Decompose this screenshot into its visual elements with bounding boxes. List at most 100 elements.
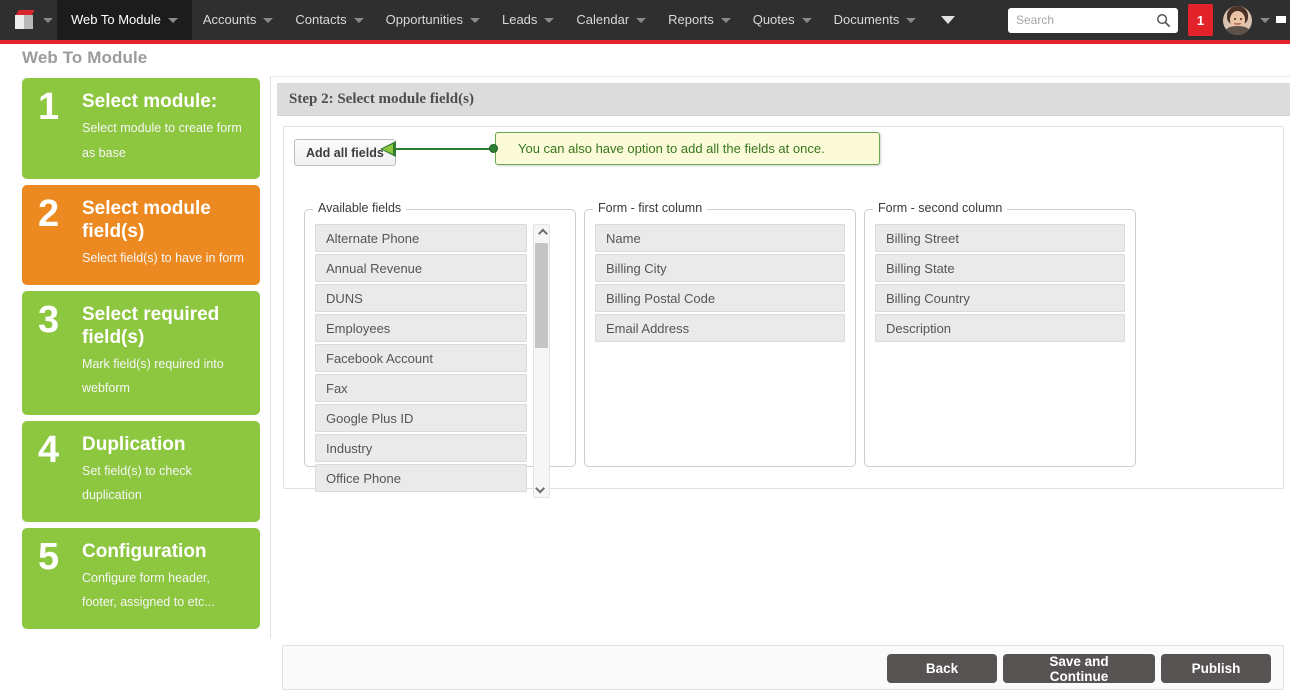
chevron-down-icon[interactable] xyxy=(43,18,53,23)
avatar[interactable] xyxy=(1223,6,1252,35)
available-fields-scrollbar[interactable] xyxy=(533,224,550,498)
list-item[interactable]: Billing Street xyxy=(875,224,1125,252)
step-number: 2 xyxy=(38,195,59,233)
available-fields-list[interactable]: Alternate Phone Annual Revenue DUNS Empl… xyxy=(315,224,527,498)
list-item[interactable]: Office Phone xyxy=(315,464,527,492)
step-header-title: Step 2: Select module field(s) xyxy=(289,91,474,108)
step-number: 1 xyxy=(38,88,59,126)
chevron-down-icon[interactable] xyxy=(802,18,812,23)
scroll-up-button[interactable] xyxy=(534,226,549,241)
list-item[interactable]: Email Address xyxy=(595,314,845,342)
logo-area[interactable] xyxy=(0,0,57,40)
search-box[interactable] xyxy=(1008,8,1178,33)
page-title: Web To Module xyxy=(22,48,147,68)
list-item[interactable]: Name xyxy=(595,224,845,252)
top-navigation-bar: Web To Module Accounts Contacts Opportun… xyxy=(0,0,1290,40)
nav-item-opportunities[interactable]: Opportunities xyxy=(375,0,491,40)
list-item[interactable]: Billing Country xyxy=(875,284,1125,312)
annotation-anchor-dot-icon xyxy=(489,144,498,153)
nav-item-quotes[interactable]: Quotes xyxy=(742,0,823,40)
chevron-down-icon[interactable] xyxy=(354,18,364,23)
step-title: Duplication xyxy=(82,433,246,456)
list-item[interactable]: Fax xyxy=(315,374,527,402)
annotation-line xyxy=(394,148,492,150)
sidebar-step-3[interactable]: 3 Select required field(s) Mark field(s)… xyxy=(22,291,260,415)
list-item[interactable]: Employees xyxy=(315,314,527,342)
scrollbar-thumb[interactable] xyxy=(535,243,548,348)
chevron-down-icon[interactable] xyxy=(906,18,916,23)
form-second-column-list[interactable]: Billing Street Billing State Billing Cou… xyxy=(875,224,1125,342)
step-description: Select field(s) to have in form xyxy=(82,246,246,270)
chevron-down-icon[interactable] xyxy=(721,18,731,23)
sidebar-step-4[interactable]: 4 Duplication Set field(s) to check dupl… xyxy=(22,421,260,522)
nav-item-accounts[interactable]: Accounts xyxy=(192,0,284,40)
step-title: Configuration xyxy=(82,540,246,563)
step-number: 4 xyxy=(38,431,59,469)
form-second-column-legend: Form - second column xyxy=(873,201,1007,215)
tooltip-callout: You can also have option to add all the … xyxy=(495,132,880,165)
step-body: Add all fields You can also have option … xyxy=(283,126,1284,489)
nav-item-label: Web To Module xyxy=(71,0,161,40)
available-fields-legend: Available fields xyxy=(313,201,406,215)
search-input[interactable] xyxy=(1008,8,1178,33)
nav-item-documents[interactable]: Documents xyxy=(823,0,928,40)
scroll-down-button[interactable] xyxy=(534,481,549,496)
step-description: Configure form header, footer, assigned … xyxy=(82,566,246,615)
list-item[interactable]: Facebook Account xyxy=(315,344,527,372)
nav-more-menu-button[interactable] xyxy=(927,0,969,40)
list-item[interactable]: Alternate Phone xyxy=(315,224,527,252)
step-number: 5 xyxy=(38,538,59,576)
step-title: Select module field(s) xyxy=(82,197,246,243)
form-first-column-legend: Form - first column xyxy=(593,201,707,215)
step-title: Select required field(s) xyxy=(82,303,246,349)
list-item[interactable]: Industry xyxy=(315,434,527,462)
main-content-panel: Step 2: Select module field(s) Add all f… xyxy=(270,76,1290,638)
publish-button[interactable]: Publish xyxy=(1161,654,1271,683)
chevron-down-icon[interactable] xyxy=(1260,18,1270,23)
list-item[interactable]: Description xyxy=(875,314,1125,342)
sidebar-step-5[interactable]: 5 Configuration Configure form header, f… xyxy=(22,528,260,629)
list-item[interactable]: DUNS xyxy=(315,284,527,312)
chevron-down-icon[interactable] xyxy=(470,18,480,23)
list-item[interactable]: Annual Revenue xyxy=(315,254,527,282)
step-description: Set field(s) to check duplication xyxy=(82,459,246,508)
list-item[interactable]: Billing City xyxy=(595,254,845,282)
nav-item-reports[interactable]: Reports xyxy=(657,0,742,40)
form-first-column-list[interactable]: Name Billing City Billing Postal Code Em… xyxy=(595,224,845,342)
search-icon[interactable] xyxy=(1156,13,1171,28)
back-button[interactable]: Back xyxy=(887,654,997,683)
sidebar-step-2[interactable]: 2 Select module field(s) Select field(s)… xyxy=(22,185,260,285)
chevron-down-icon xyxy=(535,484,545,494)
field-selection-area: Available fields Alternate Phone Annual … xyxy=(304,209,1136,467)
list-item[interactable]: Google Plus ID xyxy=(315,404,527,432)
form-first-column-fieldset: Form - first column Name Billing City Bi… xyxy=(584,209,856,467)
nav-item-label: Contacts xyxy=(295,0,346,40)
list-item[interactable]: Billing Postal Code xyxy=(595,284,845,312)
nav-item-label: Opportunities xyxy=(386,0,463,40)
footer-buttons-group: Back Save and Continue Publish xyxy=(887,654,1271,683)
nav-item-label: Quotes xyxy=(753,0,795,40)
nav-item-contacts[interactable]: Contacts xyxy=(284,0,374,40)
chevron-down-icon[interactable] xyxy=(263,18,273,23)
chevron-down-icon[interactable] xyxy=(636,18,646,23)
nav-item-label: Leads xyxy=(502,0,537,40)
nav-item-web-to-module[interactable]: Web To Module xyxy=(57,0,192,40)
nav-item-leads[interactable]: Leads xyxy=(491,0,565,40)
nav-item-label: Documents xyxy=(834,0,900,40)
step-header-bar: Step 2: Select module field(s) xyxy=(277,83,1290,116)
chevron-down-icon[interactable] xyxy=(168,18,178,23)
chevron-down-icon xyxy=(941,16,955,24)
sidebar-step-1[interactable]: 1 Select module: Select module to create… xyxy=(22,78,260,179)
nav-item-calendar[interactable]: Calendar xyxy=(565,0,657,40)
notification-count: 1 xyxy=(1197,13,1204,28)
step-description: Mark field(s) required into webform xyxy=(82,352,246,401)
navbar-edge-element xyxy=(1276,12,1286,28)
chevron-down-icon[interactable] xyxy=(544,18,554,23)
tooltip-callout-text: You can also have option to add all the … xyxy=(518,141,825,156)
navbar-accent-line xyxy=(0,40,1290,44)
save-and-continue-button[interactable]: Save and Continue xyxy=(1003,654,1155,683)
footer-action-bar: Back Save and Continue Publish xyxy=(282,645,1284,690)
notification-badge[interactable]: 1 xyxy=(1188,4,1213,36)
step-title: Select module: xyxy=(82,90,246,113)
list-item[interactable]: Billing State xyxy=(875,254,1125,282)
